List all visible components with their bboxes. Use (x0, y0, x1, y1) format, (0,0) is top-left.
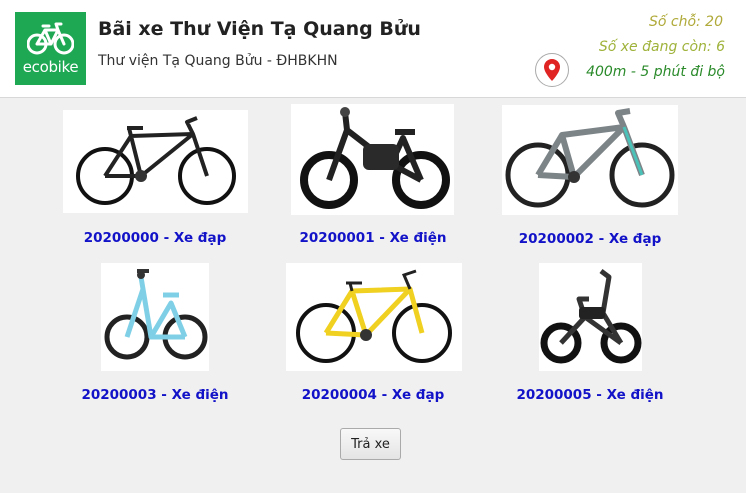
bike-label[interactable]: 20200003 - Xe điện (50, 387, 260, 403)
station-header: ecobike Bãi xe Thư Viện Tạ Quang Bửu Thư… (0, 0, 746, 98)
station-address: Thư viện Tạ Quang Bửu - ĐHBKHN (98, 53, 338, 69)
station-title: Bãi xe Thư Viện Tạ Quang Bửu (98, 18, 421, 40)
bike-image[interactable] (286, 263, 462, 371)
logo-text: ecobike (22, 58, 79, 76)
bike-image[interactable] (502, 105, 678, 215)
bike-image[interactable] (539, 263, 642, 371)
available-count: Số xe đang còn: 6 (598, 39, 725, 55)
walking-distance: 400m - 5 phút đi bộ (586, 64, 725, 80)
bike-card[interactable]: 20200004 - Xe đạp (268, 263, 478, 413)
bike-label[interactable]: 20200004 - Xe đạp (268, 387, 478, 403)
bike-label[interactable]: 20200002 - Xe đạp (485, 231, 695, 247)
bike-label[interactable]: 20200000 - Xe đạp (50, 230, 260, 246)
bike-card[interactable]: 20200001 - Xe điện (268, 104, 478, 253)
bike-card[interactable]: 20200003 - Xe điện (50, 263, 260, 413)
bike-image[interactable] (101, 263, 209, 371)
slot-count: Số chỗ: 20 (648, 14, 723, 30)
ecobike-logo: ecobike (15, 12, 86, 85)
bicycle-icon (27, 22, 74, 55)
bike-label[interactable]: 20200001 - Xe điện (268, 230, 478, 246)
bike-image[interactable] (63, 110, 248, 213)
location-pin-icon (544, 59, 560, 81)
bike-label[interactable]: 20200005 - Xe điện (485, 387, 695, 403)
bike-image[interactable] (291, 104, 454, 215)
bike-card[interactable]: 20200005 - Xe điện (485, 263, 695, 413)
bike-card[interactable]: 20200002 - Xe đạp (485, 105, 695, 253)
map-pin-button[interactable] (535, 53, 569, 87)
bike-card[interactable]: 20200000 - Xe đạp (50, 108, 260, 253)
return-bike-button[interactable]: Trả xe (340, 428, 401, 460)
